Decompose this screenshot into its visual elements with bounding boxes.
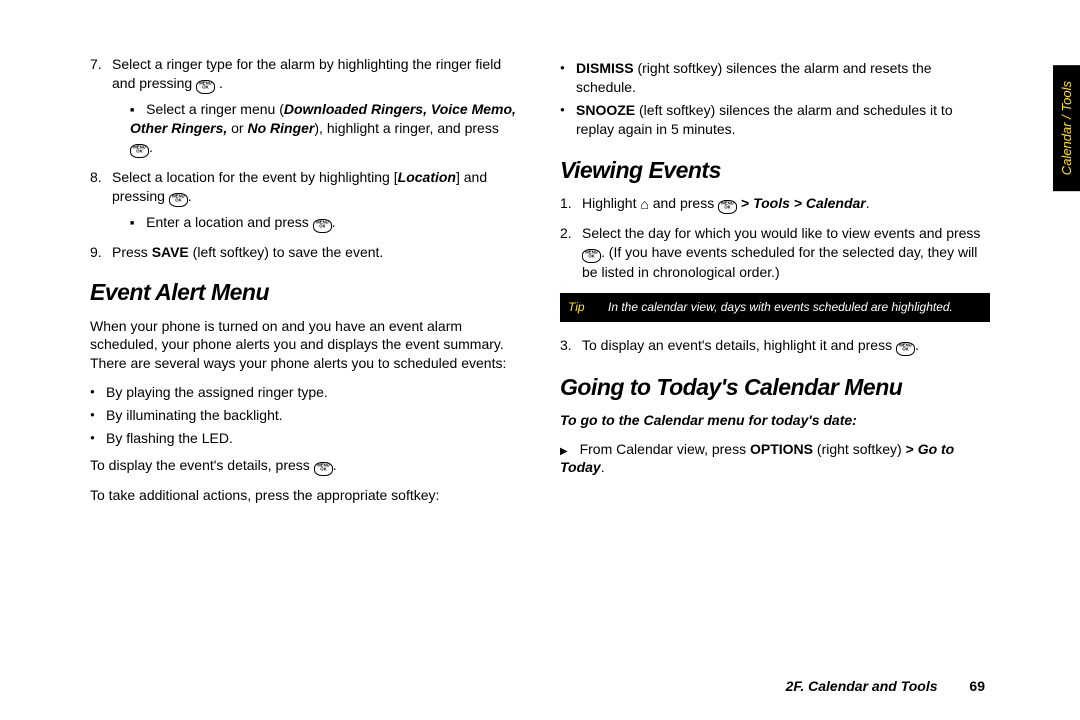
softkey-bullets: DISMISS (right softkey) silences the ala… <box>560 59 990 139</box>
view-steps-3: To display an event's details, highlight… <box>560 336 990 356</box>
menu-ok-icon <box>169 193 188 207</box>
right-column: DISMISS (right softkey) silences the ala… <box>560 55 990 690</box>
disp-b: . <box>333 457 337 473</box>
bullet-led: By flashing the LED. <box>90 429 520 448</box>
step8-sublist: Enter a location and press . <box>112 213 520 233</box>
view3-a: To display an event's details, highlight… <box>582 337 896 353</box>
view-steps: Highlight ⌂ and press > Tools > Calendar… <box>560 194 990 282</box>
bullet-snooze: SNOOZE (left softkey) silences the alarm… <box>560 101 990 139</box>
take-actions: To take additional actions, press the ap… <box>90 486 520 505</box>
view-step-1: Highlight ⌂ and press > Tools > Calendar… <box>578 194 990 214</box>
footer-page: 69 <box>969 678 985 694</box>
step9-a: Press <box>112 244 152 260</box>
dismiss-label: DISMISS <box>576 60 634 76</box>
step7-text-b: . <box>219 75 223 91</box>
step7-or: or <box>227 120 247 136</box>
page-body: Select a ringer type for the alarm by hi… <box>0 0 1080 720</box>
tip-text: In the calendar view, days with events s… <box>604 293 990 321</box>
step8-sub-item: Enter a location and press . <box>130 213 520 233</box>
event-alert-para: When your phone is turned on and you hav… <box>90 317 520 374</box>
menu-ok-icon <box>718 200 737 214</box>
menu-ok-icon <box>313 219 332 233</box>
left-column: Select a ringer type for the alarm by hi… <box>90 55 520 690</box>
step7-text-a: Select a ringer type for the alarm by hi… <box>112 56 501 91</box>
alert-bullets: By playing the assigned ringer type. By … <box>90 383 520 448</box>
today-b: (right softkey) <box>813 441 906 457</box>
bullet-backlight: By illuminating the backlight. <box>90 406 520 425</box>
step8-sub-b: . <box>332 214 336 230</box>
step-8: Select a location for the event by highl… <box>108 168 520 233</box>
page-footer: 2F. Calendar and Tools 69 <box>786 678 985 694</box>
heading-event-alert: Event Alert Menu <box>90 277 520 308</box>
home-icon: ⌂ <box>640 195 648 214</box>
gt-icon: > <box>741 195 749 211</box>
view1-a: Highlight <box>582 195 640 211</box>
view1-c: . <box>866 195 870 211</box>
tip-label: Tip <box>560 293 604 321</box>
today-lead-text: To go to the Calendar menu for today's d… <box>560 412 857 428</box>
menu-ok-icon <box>314 462 333 476</box>
view2-a: Select the day for which you would like … <box>582 225 980 241</box>
side-tab: Calendar / Tools <box>1053 65 1080 191</box>
today-lead: To go to the Calendar menu for today's d… <box>560 411 990 430</box>
step7-sublist: Select a ringer menu (Downloaded Ringers… <box>112 100 520 158</box>
today-step: From Calendar view, press OPTIONS (right… <box>560 440 990 478</box>
step7-sub-c: ), highlight a ringer, and press <box>314 120 498 136</box>
menu-ok-icon <box>582 249 601 263</box>
view1-b: and press <box>653 195 718 211</box>
step8-location: Location <box>398 169 456 185</box>
tip-box: Tip In the calendar view, days with even… <box>560 293 990 321</box>
step-9: Press SAVE (left softkey) to save the ev… <box>108 243 520 262</box>
step8-c: . <box>188 188 192 204</box>
step7-sub-d: . <box>149 139 153 155</box>
view1-path: Tools > Calendar <box>753 195 866 211</box>
menu-ok-icon <box>896 342 915 356</box>
step7-noringer: No Ringer <box>247 120 314 136</box>
view3-b: . <box>915 337 919 353</box>
today-options: OPTIONS <box>750 441 813 457</box>
today-c: . <box>601 459 605 475</box>
steps-7to9: Select a ringer type for the alarm by hi… <box>90 55 520 261</box>
step9-save: SAVE <box>152 244 189 260</box>
heading-todays-calendar: Going to Today's Calendar Menu <box>560 372 990 403</box>
view-step-3: To display an event's details, highlight… <box>578 336 990 356</box>
step7-sub-a: Select a ringer menu ( <box>146 101 284 117</box>
step8-sub-a: Enter a location and press <box>146 214 313 230</box>
footer-section: 2F. Calendar and Tools <box>786 678 938 694</box>
gt-icon: > <box>906 441 914 457</box>
snooze-label: SNOOZE <box>576 102 635 118</box>
view-step-2: Select the day for which you would like … <box>578 224 990 282</box>
step-7: Select a ringer type for the alarm by hi… <box>108 55 520 158</box>
display-details: To display the event's details, press . <box>90 456 520 476</box>
step7-sub-item: Select a ringer menu (Downloaded Ringers… <box>130 100 520 158</box>
step8-a: Select a location for the event by highl… <box>112 169 398 185</box>
view2-b: . (If you have events scheduled for the … <box>582 244 977 280</box>
disp-a: To display the event's details, press <box>90 457 314 473</box>
menu-ok-icon <box>130 144 149 158</box>
step9-b: (left softkey) to save the event. <box>189 244 384 260</box>
bullet-dismiss: DISMISS (right softkey) silences the ala… <box>560 59 990 97</box>
bullet-ringer: By playing the assigned ringer type. <box>90 383 520 402</box>
menu-ok-icon <box>196 80 215 94</box>
today-a: From Calendar view, press <box>580 441 750 457</box>
heading-viewing-events: Viewing Events <box>560 155 990 186</box>
